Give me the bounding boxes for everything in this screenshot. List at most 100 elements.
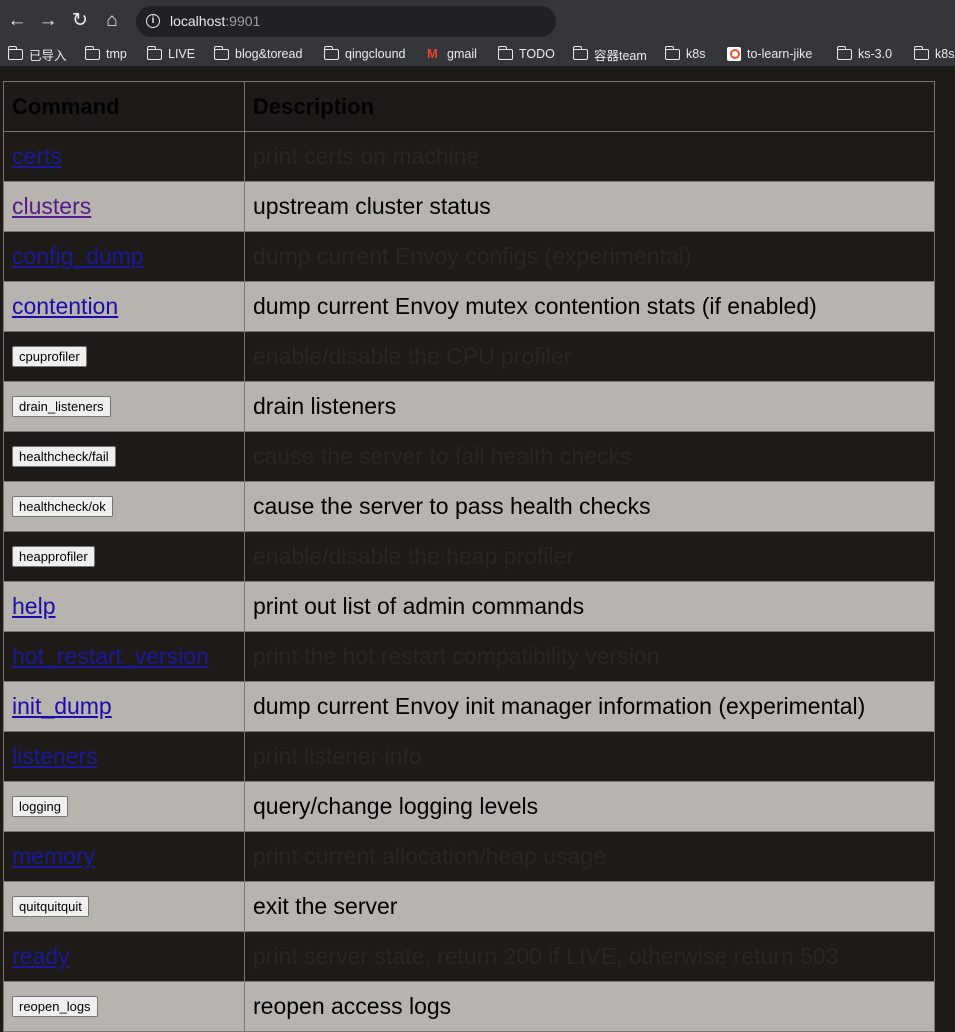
url-text: localhost:9901 <box>170 13 260 29</box>
description-column-header: Description <box>244 81 935 132</box>
bookmark-label: k8s <box>935 47 955 61</box>
description-cell: print out list of admin commands <box>244 581 935 632</box>
command-link-hot-restart-version[interactable]: hot_restart_version <box>12 643 209 669</box>
table-row: config_dump dump current Envoy configs (e… <box>3 231 935 282</box>
bookmark-item[interactable]: blog&toread <box>213 45 302 63</box>
back-arrow-icon[interactable]: ← <box>4 8 30 34</box>
command-link-certs[interactable]: certs <box>12 143 62 169</box>
bookmark-label: TODO <box>519 47 555 61</box>
command-cell: clusters <box>3 181 245 232</box>
table-row: reopen_logs reopen access logs <box>3 981 935 1032</box>
bookmarks-bar: 已导入 tmp LIVE blog&toread qingclound gmail TODO… <box>0 42 955 66</box>
description-cell: cause the server to pass health checks <box>244 481 935 532</box>
bookmark-label: to-learn-jike <box>747 47 813 61</box>
command-button-healthcheck-fail[interactable]: healthcheck/fail <box>12 446 116 467</box>
command-link-memory[interactable]: memory <box>12 843 95 869</box>
description-cell: enable/disable the heap profiler <box>244 531 935 582</box>
bookmark-label: ks-3.0 <box>858 47 893 61</box>
bookmark-item[interactable]: k8s <box>664 45 706 63</box>
folder-icon <box>572 45 588 60</box>
bookmark-item[interactable]: k8s <box>913 45 955 63</box>
description-cell: exit the server <box>244 881 935 932</box>
table-row: help print out list of admin commands <box>3 581 935 632</box>
folder-icon <box>84 45 100 60</box>
address-bar[interactable]: i localhost:9901 <box>136 6 556 37</box>
command-button-cpuprofiler[interactable]: cpuprofiler <box>12 346 87 367</box>
description-cell: print current allocation/heap usage <box>244 831 935 882</box>
command-cell: quitquitquit <box>3 881 245 932</box>
site-info-icon[interactable]: i <box>146 14 160 28</box>
description-cell: print the hot restart compatibility vers… <box>244 631 935 682</box>
admin-commands-table: Command Description certs print certs on … <box>3 81 935 1032</box>
command-cell: ready <box>3 931 245 982</box>
table-row: contention dump current Envoy mutex conte… <box>3 281 935 332</box>
description-cell: dump current Envoy configs (experimental… <box>244 231 935 282</box>
command-cell: hot_restart_version <box>3 631 245 682</box>
table-row: quitquitquit exit the server <box>3 881 935 932</box>
table-row: healthcheck/ok cause the server to pass h… <box>3 481 935 532</box>
description-cell: dump current Envoy mutex contention stat… <box>244 281 935 332</box>
bookmark-item[interactable]: 已导入 <box>7 45 67 63</box>
bookmark-item[interactable]: TODO <box>497 45 555 63</box>
description-cell: print listener info <box>244 731 935 782</box>
command-link-listeners[interactable]: listeners <box>12 743 98 769</box>
page-content: Command Description certs print certs on … <box>0 66 955 1032</box>
bookmark-item[interactable]: LIVE <box>146 45 195 63</box>
command-column-header: Command <box>3 81 245 132</box>
command-link-contention[interactable]: contention <box>12 293 118 319</box>
command-cell: init_dump <box>3 681 245 732</box>
command-cell: reopen_logs <box>3 981 245 1032</box>
table-row: listeners print listener info <box>3 731 935 782</box>
table-row: cpuprofiler enable/disable the CPU profil… <box>3 331 935 382</box>
forward-arrow-icon[interactable]: → <box>35 8 61 34</box>
table-header-row: Command Description <box>3 81 935 132</box>
bookmark-item[interactable]: 容器team <box>572 45 647 63</box>
description-cell: reopen access logs <box>244 981 935 1032</box>
command-button-heapprofiler[interactable]: heapprofiler <box>12 546 95 567</box>
gmail-icon <box>427 46 441 61</box>
description-cell: enable/disable the CPU profiler <box>244 331 935 382</box>
command-cell: heapprofiler <box>3 531 245 582</box>
table-row: ready print server state, return 200 if L… <box>3 931 935 982</box>
command-cell: listeners <box>3 731 245 782</box>
command-button-quitquitquit[interactable]: quitquitquit <box>12 896 89 917</box>
command-button-logging[interactable]: logging <box>12 796 68 817</box>
command-link-init-dump[interactable]: init_dump <box>12 693 112 719</box>
command-button-reopen-logs[interactable]: reopen_logs <box>12 996 98 1017</box>
command-link-clusters[interactable]: clusters <box>12 193 91 219</box>
folder-icon <box>836 45 852 60</box>
bookmark-label: qingclound <box>345 47 406 61</box>
command-button-healthcheck-ok[interactable]: healthcheck/ok <box>12 496 113 517</box>
home-icon[interactable]: ⌂ <box>99 8 125 34</box>
bookmark-item[interactable]: ks-3.0 <box>836 45 893 63</box>
bookmark-item[interactable]: gmail <box>427 45 477 63</box>
command-cell: help <box>3 581 245 632</box>
command-link-help[interactable]: help <box>12 593 55 619</box>
jike-icon <box>727 47 741 61</box>
command-cell: contention <box>3 281 245 332</box>
bookmark-item[interactable]: to-learn-jike <box>727 45 812 63</box>
folder-icon <box>913 45 929 60</box>
folder-icon <box>664 45 680 60</box>
command-cell: healthcheck/fail <box>3 431 245 482</box>
table-row: logging query/change logging levels <box>3 781 935 832</box>
bookmark-item[interactable]: tmp <box>84 45 127 63</box>
table-row: heapprofiler enable/disable the heap prof… <box>3 531 935 582</box>
browser-toolbar: ← → ↻ ⌂ i localhost:9901 <box>0 0 955 42</box>
description-cell: print server state, return 200 if LIVE, … <box>244 931 935 982</box>
command-link-ready[interactable]: ready <box>12 943 70 969</box>
description-cell: query/change logging levels <box>244 781 935 832</box>
command-cell: config_dump <box>3 231 245 282</box>
reload-icon[interactable]: ↻ <box>67 8 93 34</box>
command-button-drain-listeners[interactable]: drain_listeners <box>12 396 111 417</box>
folder-icon <box>7 45 23 60</box>
command-cell: cpuprofiler <box>3 331 245 382</box>
table-row: healthcheck/fail cause the server to fail… <box>3 431 935 482</box>
folder-icon <box>497 45 513 60</box>
bookmark-item[interactable]: qingclound <box>323 45 406 63</box>
folder-icon <box>213 45 229 60</box>
table-row: clusters upstream cluster status <box>3 181 935 232</box>
command-cell: healthcheck/ok <box>3 481 245 532</box>
command-link-config-dump[interactable]: config_dump <box>12 243 144 269</box>
bookmark-label: k8s <box>686 47 706 61</box>
